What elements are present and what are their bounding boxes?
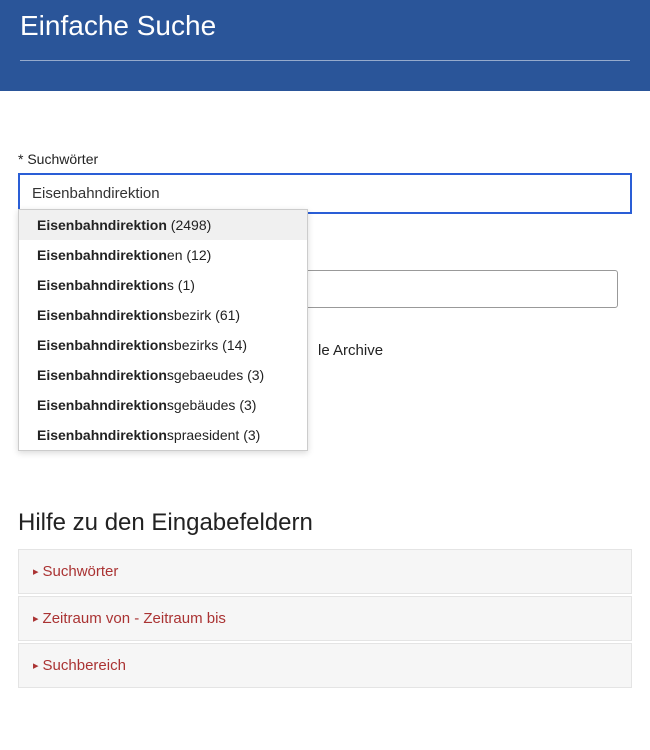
suggestion-rest: sgebaeudes (3) bbox=[167, 367, 264, 383]
autocomplete-item[interactable]: Eisenbahndirektion (2498) bbox=[19, 210, 307, 240]
accordion-label: Zeitraum von - Zeitraum bis bbox=[43, 610, 226, 627]
accordion-label: Suchwörter bbox=[43, 563, 119, 580]
chevron-right-icon: ▸ bbox=[33, 659, 39, 672]
page-title: Einfache Suche bbox=[20, 10, 630, 42]
suggestion-rest: sgebäudes (3) bbox=[167, 397, 257, 413]
suggestion-rest: s (1) bbox=[167, 277, 195, 293]
suggestion-match: Eisenbahndirektion bbox=[37, 337, 167, 353]
suggestion-rest: spraesident (3) bbox=[167, 427, 260, 443]
help-section: Hilfe zu den Eingabefeldern ▸Suchwörter▸… bbox=[0, 509, 650, 710]
suggestion-match: Eisenbahndirektion bbox=[37, 217, 167, 233]
autocomplete-item[interactable]: Eisenbahndirektionsbezirk (61) bbox=[19, 300, 307, 330]
autocomplete-item[interactable]: Eisenbahndirektionsgebaeudes (3) bbox=[19, 360, 307, 390]
suggestion-rest: sbezirks (14) bbox=[167, 337, 247, 353]
autocomplete-item[interactable]: Eisenbahndirektionsgebäudes (3) bbox=[19, 390, 307, 420]
page-header: Einfache Suche bbox=[0, 0, 650, 91]
autocomplete-item[interactable]: Eisenbahndirektionsbezirks (14) bbox=[19, 330, 307, 360]
autocomplete-item[interactable]: Eisenbahndirektionen (12) bbox=[19, 240, 307, 270]
suggestion-match: Eisenbahndirektion bbox=[37, 307, 167, 323]
suggestion-match: Eisenbahndirektion bbox=[37, 397, 167, 413]
suggestion-rest: (2498) bbox=[167, 217, 211, 233]
suggestion-match: Eisenbahndirektion bbox=[37, 277, 167, 293]
accordion-item[interactable]: ▸ Suchbereich bbox=[18, 643, 632, 688]
suggestion-rest: en (12) bbox=[167, 247, 211, 263]
help-title: Hilfe zu den Eingabefeldern bbox=[18, 509, 632, 537]
suggestion-match: Eisenbahndirektion bbox=[37, 247, 167, 263]
accordion-label: Suchbereich bbox=[43, 657, 126, 674]
chevron-right-icon: ▸ bbox=[33, 565, 39, 578]
suggestion-rest: sbezirk (61) bbox=[167, 307, 240, 323]
autocomplete-item[interactable]: Eisenbahndirektionspraesident (3) bbox=[19, 420, 307, 450]
search-input[interactable] bbox=[18, 173, 632, 214]
chevron-right-icon: ▸ bbox=[33, 612, 39, 625]
header-divider bbox=[20, 60, 630, 61]
search-form: * Suchwörter Eisenbahndirektion (2498)Ei… bbox=[0, 91, 650, 379]
help-accordion: ▸Suchwörter▸Zeitraum von - Zeitraum bis▸… bbox=[18, 549, 632, 688]
search-label: * Suchwörter bbox=[18, 151, 632, 167]
suggestion-match: Eisenbahndirektion bbox=[37, 427, 167, 443]
autocomplete-item[interactable]: Eisenbahndirektions (1) bbox=[19, 270, 307, 300]
accordion-item[interactable]: ▸ Zeitraum von - Zeitraum bis bbox=[18, 596, 632, 641]
autocomplete-list: Eisenbahndirektion (2498)Eisenbahndirekt… bbox=[18, 209, 308, 451]
accordion-item[interactable]: ▸ Suchwörter bbox=[18, 549, 632, 594]
suggestion-match: Eisenbahndirektion bbox=[37, 367, 167, 383]
